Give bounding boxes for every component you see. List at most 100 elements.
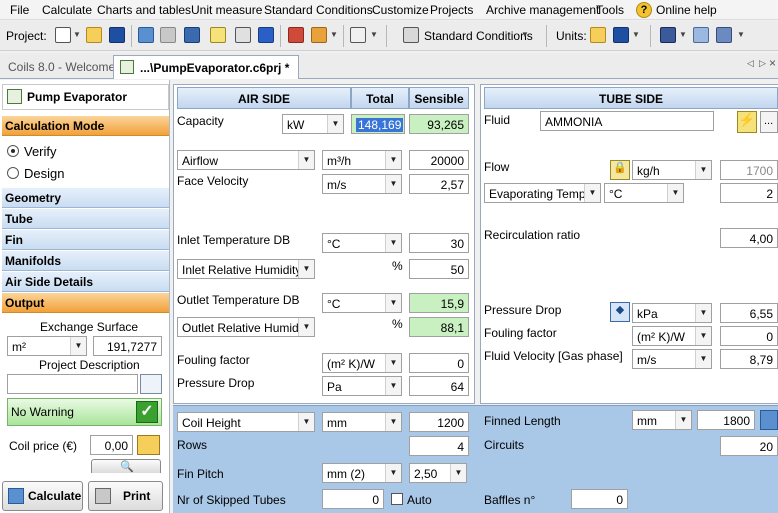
- menu-projects[interactable]: Projects: [430, 3, 473, 17]
- inlet-temp-input[interactable]: 30: [409, 233, 469, 253]
- outlet-temp-unit-select[interactable]: °C ▼: [322, 293, 402, 313]
- search-button[interactable]: 🔍: [91, 459, 161, 473]
- tab-close-icon[interactable]: ×: [769, 56, 776, 70]
- chart-icon[interactable]: [311, 27, 327, 43]
- menu-unit-measure[interactable]: Unit measure: [191, 3, 262, 17]
- design-radio[interactable]: [7, 167, 19, 179]
- finned-length-input[interactable]: 1800: [697, 410, 755, 430]
- menu-standard-conditions[interactable]: Standard Conditions: [264, 3, 373, 17]
- more-options-icon[interactable]: ...: [760, 111, 778, 133]
- standard-conditions-label[interactable]: Standard Conditions: [424, 29, 533, 43]
- flow-input[interactable]: 1700: [720, 160, 778, 180]
- print-button[interactable]: Print: [88, 481, 163, 511]
- menu-charts[interactable]: Charts and tables: [97, 3, 191, 17]
- section-calculation-mode[interactable]: Calculation Mode: [2, 116, 169, 136]
- rows-input[interactable]: 4: [409, 436, 469, 456]
- coil-price-input[interactable]: 0,00: [90, 435, 133, 455]
- fin-pitch-unit-select[interactable]: mm (2) ▼: [322, 463, 402, 483]
- section-air-side-details[interactable]: Air Side Details: [2, 272, 169, 292]
- section-geometry[interactable]: Geometry: [2, 188, 169, 208]
- paint-icon[interactable]: [235, 27, 251, 43]
- baffles-input[interactable]: 0: [571, 489, 628, 509]
- tab-project[interactable]: ...\PumpEvaporator.c6prj *: [113, 55, 299, 79]
- tab-welcome[interactable]: Coils 8.0 - Welcome!: [2, 55, 124, 79]
- coil-height-select[interactable]: Coil Height ▼: [177, 412, 315, 432]
- air-fouling-input[interactable]: 0: [409, 353, 469, 373]
- menu-calculate[interactable]: Calculate: [42, 3, 92, 17]
- print-icon[interactable]: [160, 27, 176, 43]
- air-fouling-unit-select[interactable]: (m² K)/W ▼: [322, 353, 402, 373]
- new-document-icon[interactable]: [55, 27, 71, 43]
- lock-icon[interactable]: 🔒: [610, 160, 630, 180]
- evaporating-temp-select[interactable]: Evaporating Temp. ▼: [484, 183, 601, 203]
- coins-icon[interactable]: [137, 435, 160, 455]
- finned-length-unit-select[interactable]: mm ▼: [632, 410, 692, 430]
- tab-scroll-left-icon[interactable]: ◁: [747, 58, 754, 69]
- currency-icon[interactable]: [660, 27, 676, 43]
- verify-radio[interactable]: [7, 145, 19, 157]
- edit-chart-dropdown-icon[interactable]: ▼: [370, 30, 378, 39]
- description-editor-icon[interactable]: [140, 374, 162, 394]
- evaporating-temp-unit-select[interactable]: °C ▼: [604, 183, 684, 203]
- auto-checkbox[interactable]: [391, 493, 403, 505]
- airflow-input[interactable]: 20000: [409, 150, 469, 170]
- truck-icon[interactable]: [716, 27, 732, 43]
- fin-pitch-select[interactable]: 2,50 ▼: [409, 463, 467, 483]
- tube-pressure-drop-unit-select[interactable]: kPa ▼: [632, 303, 712, 323]
- airflow-unit-select[interactable]: m³/h ▼: [322, 150, 402, 170]
- report-icon[interactable]: [184, 27, 200, 43]
- calculator-icon[interactable]: [138, 27, 154, 43]
- recirculation-input[interactable]: 4,00: [720, 228, 778, 248]
- menu-tools[interactable]: Tools: [596, 3, 624, 17]
- airflow-select[interactable]: Airflow ▼: [177, 150, 315, 170]
- tab-scroll-right-icon[interactable]: ▷: [759, 58, 766, 69]
- lightning-icon[interactable]: ⚡: [737, 111, 757, 133]
- air-pressure-drop-unit-select[interactable]: Pa ▼: [322, 376, 402, 396]
- chart-dropdown-icon[interactable]: ▼: [330, 30, 338, 39]
- save-icon[interactable]: [109, 27, 125, 43]
- section-fin[interactable]: Fin: [2, 230, 169, 250]
- standard-conditions-dropdown-icon[interactable]: ▼: [521, 30, 529, 39]
- section-output[interactable]: Output: [2, 293, 169, 313]
- open-folder-icon[interactable]: [86, 27, 102, 43]
- edit-chart-icon[interactable]: [350, 27, 366, 43]
- currency-dropdown-icon[interactable]: ▼: [679, 30, 687, 39]
- inlet-rh-input[interactable]: 50: [409, 259, 469, 279]
- skipped-tubes-input[interactable]: 0: [322, 489, 384, 509]
- inlet-temp-unit-select[interactable]: °C ▼: [322, 233, 402, 253]
- flow-unit-select[interactable]: kg/h ▼: [632, 160, 712, 180]
- evaporating-temp-input[interactable]: 2: [720, 183, 778, 203]
- new-dropdown-icon[interactable]: ▼: [73, 30, 81, 39]
- menu-online-help[interactable]: Online help: [656, 3, 717, 17]
- units-dropdown-icon[interactable]: ▼: [632, 30, 640, 39]
- menu-file[interactable]: File: [10, 3, 29, 17]
- circuits-input[interactable]: 20: [720, 436, 778, 456]
- save-units-icon[interactable]: [613, 27, 629, 43]
- section-tube[interactable]: Tube: [2, 209, 169, 229]
- calculator-icon[interactable]: [760, 410, 778, 430]
- face-velocity-unit-select[interactable]: m/s ▼: [322, 174, 402, 194]
- fluid-input[interactable]: AMMONIA: [540, 111, 714, 131]
- coil-height-input[interactable]: 1200: [409, 412, 469, 432]
- tube-fouling-input[interactable]: 0: [720, 326, 778, 346]
- tools-icon[interactable]: [288, 27, 304, 43]
- inlet-rh-select[interactable]: Inlet Relative Humidity ▼: [177, 259, 315, 279]
- truck-dropdown-icon[interactable]: ▼: [737, 30, 745, 39]
- outlet-rh-select[interactable]: Outlet Relative Humidity ▼: [177, 317, 315, 337]
- capacity-total-value[interactable]: 148,169: [351, 114, 405, 134]
- notes-icon[interactable]: [210, 27, 226, 43]
- fluid-velocity-unit-select[interactable]: m/s ▼: [632, 349, 712, 369]
- logo-icon[interactable]: [258, 27, 274, 43]
- export-icon[interactable]: [693, 27, 709, 43]
- project-description-input[interactable]: [7, 374, 138, 394]
- menu-archive[interactable]: Archive management: [486, 3, 599, 17]
- coil-height-unit-select[interactable]: mm ▼: [322, 412, 402, 432]
- section-manifolds[interactable]: Manifolds: [2, 251, 169, 271]
- surface-unit-select[interactable]: m² ▼: [7, 336, 87, 356]
- calculate-button[interactable]: Calculate: [2, 481, 83, 511]
- capacity-unit-select[interactable]: kW ▼: [282, 114, 344, 134]
- diamond-icon[interactable]: ◆: [610, 302, 630, 322]
- open-units-icon[interactable]: [590, 27, 606, 43]
- conditions-icon[interactable]: [403, 27, 419, 43]
- tube-fouling-unit-select[interactable]: (m² K)/W ▼: [632, 326, 712, 346]
